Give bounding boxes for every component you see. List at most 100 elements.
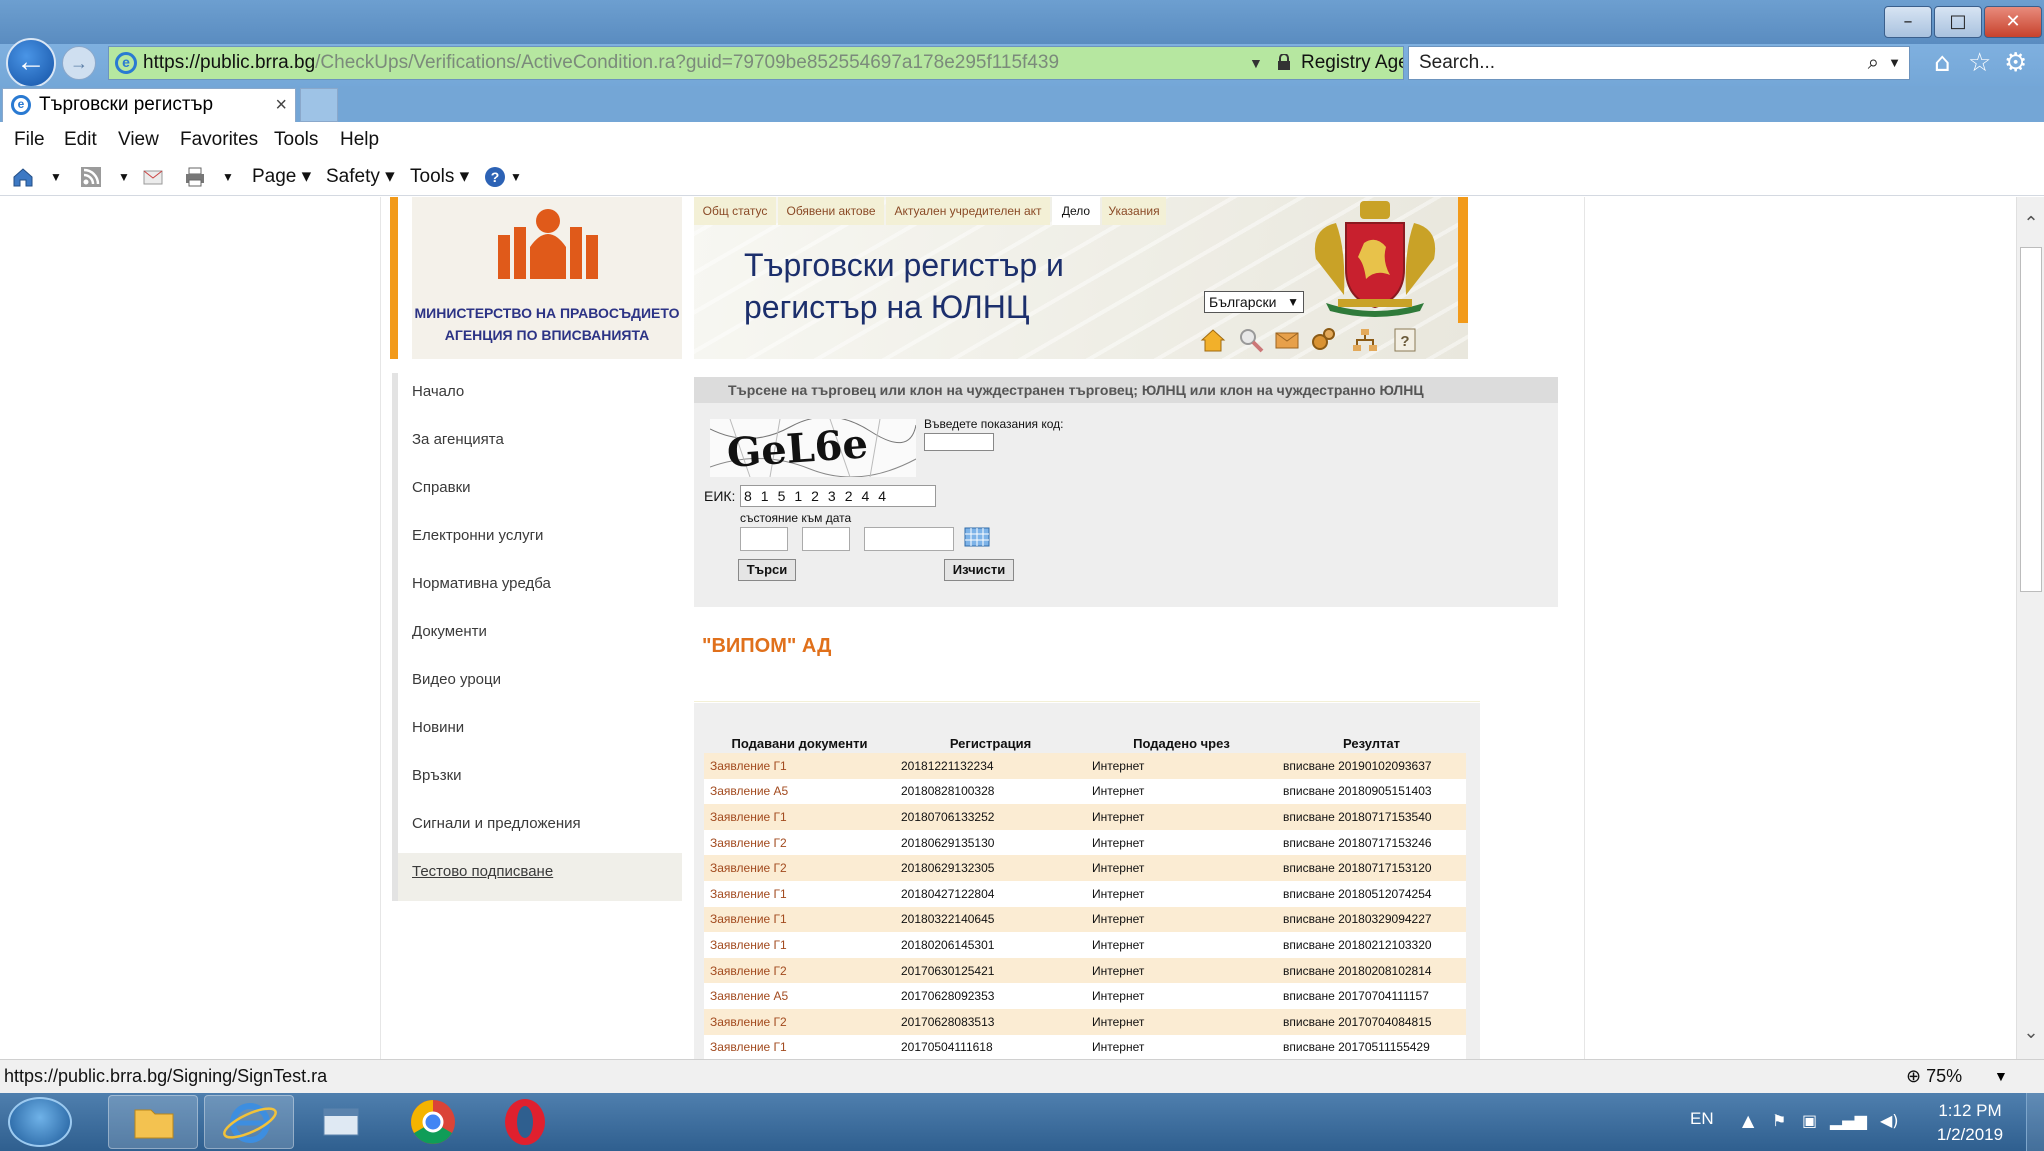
feeds-dropdown-icon[interactable]: ▼ bbox=[118, 158, 130, 196]
nav-item-feedback[interactable]: Сигнали и предложения bbox=[392, 805, 682, 853]
mail-icon[interactable] bbox=[1274, 327, 1300, 353]
help-dropdown-icon[interactable]: ▼ bbox=[510, 158, 522, 196]
show-desktop-button[interactable] bbox=[2026, 1093, 2044, 1151]
menu-file[interactable]: File bbox=[14, 122, 45, 158]
taskbar-file-manager[interactable] bbox=[296, 1095, 386, 1149]
settings-gear-icon[interactable]: ⚙ bbox=[2004, 48, 2027, 78]
nav-item-home[interactable]: Начало bbox=[392, 373, 682, 421]
taskbar-file-explorer[interactable] bbox=[108, 1095, 198, 1149]
print-icon[interactable] bbox=[184, 166, 206, 188]
browser-search-input[interactable]: Search... ⌕ ▼ bbox=[1408, 46, 1910, 80]
tools-menu[interactable]: Tools ▾ bbox=[410, 158, 469, 196]
menu-tools[interactable]: Tools bbox=[274, 122, 318, 158]
tab-general-status[interactable]: Общ статус bbox=[694, 197, 776, 225]
nav-item-links[interactable]: Връзки bbox=[392, 757, 682, 805]
nav-item-documents[interactable]: Документи bbox=[392, 613, 682, 661]
show-hidden-icons-icon[interactable]: ▲ bbox=[1742, 1111, 1754, 1130]
taskbar-opera[interactable] bbox=[480, 1095, 570, 1149]
tab-active[interactable]: e Търговски регистър × bbox=[2, 88, 296, 122]
volume-icon[interactable]: ◀) bbox=[1880, 1111, 1899, 1130]
captcha-input[interactable] bbox=[924, 433, 994, 451]
search-icon[interactable]: ⌕ bbox=[1868, 47, 1879, 79]
tab-published-acts[interactable]: Обявени актове bbox=[778, 197, 884, 225]
home-dropdown-icon[interactable]: ▼ bbox=[50, 158, 62, 196]
scrollbar-thumb[interactable] bbox=[2020, 247, 2042, 592]
nav-item-test-signing[interactable]: Тестово подписване bbox=[392, 853, 682, 901]
scroll-up-icon[interactable]: ⌃ bbox=[2017, 213, 2044, 234]
document-link[interactable]: Заявление А5 bbox=[704, 983, 895, 1009]
document-link[interactable]: Заявление Г2 bbox=[704, 1008, 895, 1035]
page-menu[interactable]: Page ▾ bbox=[252, 158, 311, 196]
search-dropdown-icon[interactable]: ▼ bbox=[1888, 47, 1901, 79]
action-center-flag-icon[interactable]: ⚑ bbox=[1772, 1111, 1786, 1130]
menu-view[interactable]: View bbox=[118, 122, 159, 158]
settings-gears-icon[interactable] bbox=[1310, 327, 1336, 353]
tray-date[interactable]: 1/2/2019 bbox=[1930, 1125, 2010, 1145]
scroll-down-icon[interactable]: ⌄ bbox=[2017, 1022, 2044, 1043]
document-link[interactable]: Заявление Г1 bbox=[704, 932, 895, 958]
nav-item-inquiries[interactable]: Справки bbox=[392, 469, 682, 517]
device-icon[interactable]: ▣ bbox=[1802, 1111, 1817, 1130]
search-icon[interactable] bbox=[1238, 327, 1264, 353]
clear-button[interactable]: Изчисти bbox=[944, 559, 1014, 581]
forward-button[interactable]: → bbox=[62, 46, 96, 80]
help-icon[interactable]: ? bbox=[484, 166, 506, 188]
taskbar-chrome[interactable] bbox=[388, 1095, 478, 1149]
rss-feed-icon[interactable] bbox=[80, 166, 102, 188]
language-select[interactable]: Български ▼ bbox=[1204, 291, 1304, 313]
document-link[interactable]: Заявление Г1 bbox=[704, 753, 895, 779]
sitemap-icon[interactable] bbox=[1352, 327, 1378, 353]
vertical-scrollbar[interactable]: ⌃ ⌄ bbox=[2016, 197, 2044, 1059]
minimize-button[interactable]: – bbox=[1884, 6, 1932, 38]
home-icon[interactable]: ⌂ bbox=[1934, 48, 1951, 78]
document-link[interactable]: Заявление Г1 bbox=[704, 804, 895, 830]
address-dropdown-icon[interactable]: ▼ bbox=[1249, 47, 1269, 79]
tab-current-founding-act[interactable]: Актуален учредителен акт bbox=[886, 197, 1050, 225]
date-day-input[interactable] bbox=[740, 527, 788, 551]
zoom-dropdown-icon[interactable]: ▼ bbox=[1994, 1060, 2008, 1092]
home-icon[interactable] bbox=[12, 166, 34, 188]
favorites-star-icon[interactable]: ☆ bbox=[1968, 48, 1991, 78]
calendar-icon[interactable] bbox=[964, 527, 990, 547]
tab-case[interactable]: Дело bbox=[1052, 197, 1100, 225]
network-signal-icon[interactable]: ▂▄▆ bbox=[1830, 1111, 1867, 1130]
eik-input[interactable]: 815123244 bbox=[740, 485, 936, 507]
safety-menu[interactable]: Safety ▾ bbox=[326, 158, 395, 196]
nav-item-news[interactable]: Новини bbox=[392, 709, 682, 757]
tray-time[interactable]: 1:12 PM bbox=[1930, 1101, 2010, 1121]
back-button[interactable]: ← bbox=[6, 38, 56, 88]
print-dropdown-icon[interactable]: ▼ bbox=[222, 158, 234, 196]
close-window-button[interactable]: ✕ bbox=[1984, 6, 2042, 38]
document-link[interactable]: Заявление Г2 bbox=[704, 855, 895, 881]
date-year-input[interactable] bbox=[864, 527, 954, 551]
address-bar[interactable]: e https://public.brra.bg/CheckUps/Verifi… bbox=[108, 46, 1404, 80]
home-icon[interactable] bbox=[1200, 327, 1226, 353]
help-icon[interactable]: ? bbox=[1392, 327, 1418, 353]
menu-help[interactable]: Help bbox=[340, 122, 379, 158]
tab-instructions[interactable]: Указания bbox=[1102, 197, 1166, 225]
nav-item-e-services[interactable]: Електронни услуги bbox=[392, 517, 682, 565]
read-mail-icon[interactable] bbox=[142, 166, 164, 188]
date-month-input[interactable] bbox=[802, 527, 850, 551]
document-link[interactable]: Заявление Г1 bbox=[704, 1034, 895, 1059]
tab-close-icon[interactable]: × bbox=[275, 89, 287, 121]
menu-edit[interactable]: Edit bbox=[64, 122, 97, 158]
start-button[interactable] bbox=[8, 1097, 72, 1147]
document-link[interactable]: Заявление Г1 bbox=[704, 906, 895, 933]
new-tab-button[interactable] bbox=[300, 88, 338, 122]
maximize-button[interactable]: □ bbox=[1934, 6, 1982, 38]
site-identity[interactable]: Registry Agency [BG] bbox=[1301, 47, 1403, 79]
search-button[interactable]: Търси bbox=[738, 559, 796, 581]
document-link[interactable]: Заявление Г1 bbox=[704, 880, 895, 907]
taskbar-internet-explorer[interactable] bbox=[204, 1095, 294, 1149]
menu-favorites[interactable]: Favorites bbox=[180, 122, 258, 158]
document-link[interactable]: Заявление Г2 bbox=[704, 957, 895, 984]
ministry-logo-block[interactable]: МИНИСТЕРСТВО НА ПРАВОСЪДИЕТО АГЕНЦИЯ ПО … bbox=[412, 197, 682, 359]
tray-language[interactable]: EN bbox=[1690, 1109, 1714, 1129]
zoom-level[interactable]: ⊕ 75% bbox=[1906, 1060, 1962, 1092]
document-link[interactable]: Заявление А5 bbox=[704, 778, 895, 805]
nav-item-legislation[interactable]: Нормативна уредба bbox=[392, 565, 682, 613]
nav-item-about[interactable]: За агенцията bbox=[392, 421, 682, 469]
nav-item-video-tutorials[interactable]: Видео уроци bbox=[392, 661, 682, 709]
document-link[interactable]: Заявление Г2 bbox=[704, 829, 895, 856]
